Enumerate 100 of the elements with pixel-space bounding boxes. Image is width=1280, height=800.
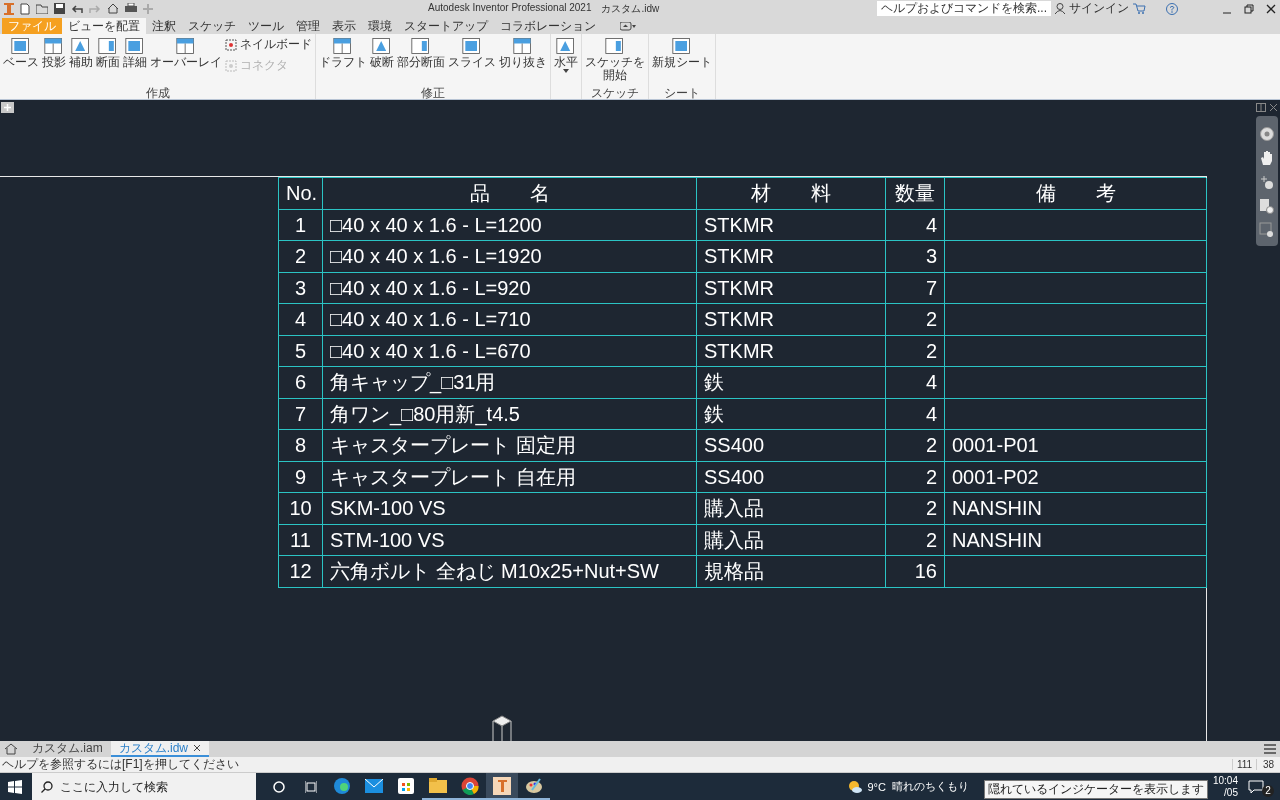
table-cell: NANSHIN (945, 524, 1207, 556)
view-cube-icon[interactable] (490, 715, 514, 741)
menu-icon[interactable] (1264, 744, 1276, 754)
table-cell: 5 (279, 335, 323, 367)
group-label: シート (664, 86, 700, 100)
help-icon[interactable] (1166, 2, 1178, 15)
ribbon-button[interactable]: 新規シート (652, 36, 712, 69)
table-cell: 10 (279, 493, 323, 525)
table-cell: 購入品 (697, 524, 886, 556)
ribbon-tab[interactable]: 表示 (326, 18, 362, 34)
table-cell: 2 (886, 493, 945, 525)
search-icon (41, 781, 53, 793)
column-header: 品 名 (323, 178, 697, 210)
table-cell: 1 (279, 209, 323, 241)
new-file-icon[interactable] (20, 2, 30, 15)
ribbon-button[interactable]: スライス (448, 36, 496, 69)
close-icon[interactable] (1266, 3, 1276, 14)
table-cell: 4 (886, 398, 945, 430)
folder-icon[interactable] (429, 778, 447, 793)
table-cell: 2 (886, 461, 945, 493)
ribbon-tab[interactable]: スケッチ (182, 18, 242, 34)
table-cell: 4 (886, 367, 945, 399)
table-cell: SKM-100 VS (323, 493, 697, 525)
ribbon-button[interactable]: ネイルボード (225, 36, 312, 53)
ribbon-button[interactable]: 切り抜き (499, 36, 547, 69)
clock-time: 10:04 (1212, 774, 1238, 787)
ribbon-tab[interactable]: 管理 (290, 18, 326, 34)
group-label: スケッチ (591, 86, 639, 100)
nail-board-icon (225, 38, 237, 51)
document-tab[interactable]: カスタム.iam (24, 741, 111, 757)
table-cell: 11 (279, 524, 323, 556)
ribbon-tab[interactable]: 注釈 (146, 18, 182, 34)
app-icon[interactable] (493, 776, 511, 795)
notification-icon[interactable] (1248, 779, 1264, 794)
status-value: 111 (1232, 759, 1256, 770)
ribbon-button[interactable]: 水平 (554, 36, 578, 73)
browser-icon[interactable] (461, 776, 479, 795)
close-icon[interactable] (193, 744, 201, 752)
ribbon-button[interactable]: オーバーレイ (150, 36, 222, 69)
ribbon-button[interactable]: 補助 (69, 36, 93, 69)
table-cell: 3 (886, 241, 945, 273)
document-name: カスタム.idw (601, 1, 660, 16)
workspace-icon[interactable] (620, 22, 636, 31)
column-header: No. (279, 178, 323, 210)
table-cell: 六角ボルト 全ねじ M10x25+Nut+SW (323, 556, 697, 588)
column-header: 備 考 (945, 178, 1207, 210)
temperature: 9°C (867, 780, 886, 793)
table-cell: 3 (279, 272, 323, 304)
ribbon-tab[interactable]: ビューを配置 (62, 18, 146, 34)
table-cell: STM-100 VS (323, 524, 697, 556)
task-view-icon[interactable] (305, 780, 317, 793)
document-tab[interactable]: カスタム.idw (110, 741, 209, 757)
table-cell: 2 (886, 335, 945, 367)
ribbon-tab[interactable]: 環境 (362, 18, 398, 34)
undo-icon[interactable] (71, 3, 83, 14)
steering-wheel-icon[interactable] (1259, 126, 1275, 142)
taskbar-search-field[interactable]: ここに入力して検索 (32, 773, 256, 800)
ribbon-button[interactable]: 破断 (370, 36, 394, 69)
ribbon-button[interactable]: ベース (3, 36, 39, 69)
table-cell: 鉄 (697, 398, 886, 430)
store-icon[interactable] (398, 777, 414, 794)
mail-icon[interactable] (365, 778, 383, 793)
sign-in-link[interactable]: サインイン (1069, 0, 1129, 17)
plus-icon (4, 104, 11, 111)
ribbon-button[interactable]: 詳細 (123, 36, 147, 69)
print-icon[interactable] (125, 3, 137, 14)
zoom-all-icon[interactable] (1259, 222, 1275, 238)
browser-icon[interactable] (333, 776, 351, 795)
cortana-icon[interactable] (273, 780, 285, 793)
table-cell: 2 (279, 241, 323, 273)
ribbon-button[interactable]: 投影 (42, 36, 66, 69)
zoom-icon[interactable] (1259, 174, 1275, 190)
pan-hand-icon[interactable] (1260, 150, 1274, 166)
ribbon-tab[interactable]: ツール (242, 18, 290, 34)
ribbon-button[interactable]: スケッチを開始 (585, 36, 645, 82)
ribbon-button[interactable]: ドラフト (319, 36, 367, 69)
ribbon-tab[interactable]: コラボレーション (494, 18, 602, 34)
cart-icon[interactable] (1133, 3, 1146, 14)
status-value: 38 (1256, 759, 1280, 770)
palette-icon[interactable] (525, 777, 543, 794)
home-icon[interactable] (4, 743, 18, 755)
table-cell: STKMR (697, 209, 886, 241)
home-icon[interactable] (107, 3, 119, 14)
help-search-field[interactable]: ヘルプおよびコマンドを検索... (877, 1, 1051, 16)
restore-icon[interactable] (1244, 3, 1254, 14)
save-icon[interactable] (54, 3, 65, 14)
ribbon-button[interactable]: 部分断面 (397, 36, 445, 69)
table-cell: □40 x 40 x 1.6 - L=920 (323, 272, 697, 304)
ribbon-button[interactable]: 断面 (96, 36, 120, 69)
table-cell: 7 (886, 272, 945, 304)
user-icon[interactable] (1055, 3, 1065, 14)
connector-icon (225, 59, 237, 72)
zoom-window-icon[interactable] (1259, 198, 1275, 214)
open-folder-icon[interactable] (36, 3, 48, 14)
table-cell: □40 x 40 x 1.6 - L=710 (323, 304, 697, 336)
ribbon-tab[interactable]: スタートアップ (398, 18, 494, 34)
taskbar-app-button[interactable] (486, 773, 518, 800)
window-layout-icon[interactable] (1256, 103, 1266, 112)
table-cell: 9 (279, 461, 323, 493)
table-cell: SS400 (697, 461, 886, 493)
